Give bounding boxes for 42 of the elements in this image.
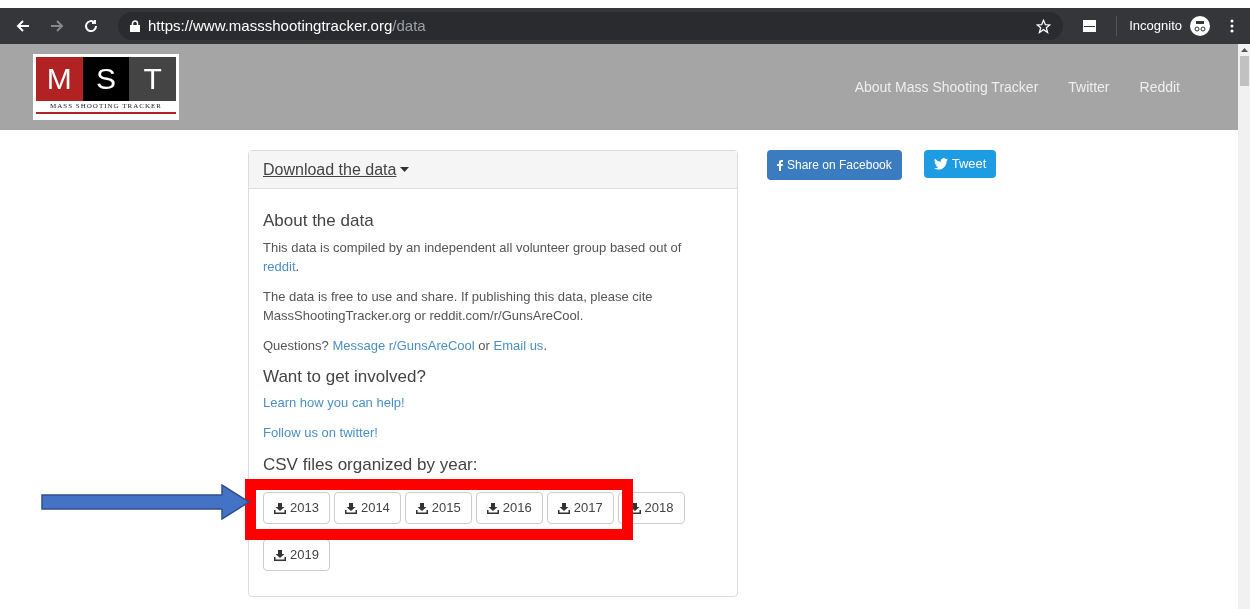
profile-label: Incognito (1129, 17, 1182, 36)
section-title: About the data (263, 210, 375, 232)
facebook-icon (777, 159, 783, 171)
download-toggle[interactable]: Download the data (263, 157, 410, 182)
download-icon (344, 502, 357, 514)
download-icon (415, 502, 428, 514)
forward-icon[interactable] (50, 19, 64, 33)
paragraph: The data is free to use and share. If publishing this data, please cite MassShootingTracker.org or reddit.com/r/GunsAreCool. (263, 288, 654, 325)
download-icon (274, 502, 286, 514)
back-icon[interactable] (16, 19, 30, 33)
download-icon (486, 502, 499, 514)
star-icon[interactable] (1036, 18, 1052, 34)
section-title: CSV files organized by year: (263, 454, 479, 476)
logo-letter: M (36, 57, 83, 101)
year-download-button[interactable]: 2016 (475, 492, 543, 524)
year-download-button[interactable]: 2019 (263, 539, 330, 571)
caret-icon (400, 166, 410, 173)
reload-icon[interactable] (84, 19, 98, 33)
download-icon (274, 549, 286, 561)
year-download-button[interactable]: 2013 (263, 492, 330, 524)
scroll-thumb[interactable] (1239, 56, 1249, 86)
download-icon (557, 502, 570, 514)
year-download-button[interactable]: 2014 (333, 492, 401, 524)
paragraph: Questions? Message r/GunsAreCool or Email us. (263, 337, 548, 355)
year-download-button[interactable]: 2015 (404, 492, 472, 524)
url-text: https://www.massshootingtracker.org/data (148, 15, 426, 36)
year-download-button[interactable]: 2017 (546, 492, 614, 524)
facebook-share-button[interactable]: Share on Facebook (767, 150, 902, 180)
logo-letter: S (82, 57, 130, 101)
logo-letter: T (129, 57, 176, 101)
menu-icon[interactable] (1230, 19, 1234, 33)
text-link[interactable]: Follow us on twitter! (263, 424, 378, 442)
paragraph: This data is compiled by an independent all volunteer group based out of reddit. (263, 239, 683, 276)
incognito-icon[interactable] (1190, 16, 1210, 36)
scroll-up-icon[interactable] (1240, 48, 1248, 52)
section-title: Want to get involved? (263, 366, 427, 388)
text-link[interactable]: Learn how you can help! (263, 394, 405, 412)
bird-icon (933, 158, 948, 170)
text-link[interactable]: Message r/GunsAreCool (332, 338, 475, 353)
lock-icon (130, 20, 140, 32)
extension-icon[interactable] (1083, 20, 1097, 32)
address-bar[interactable]: https://www.massshootingtracker.org/data (118, 12, 1064, 40)
